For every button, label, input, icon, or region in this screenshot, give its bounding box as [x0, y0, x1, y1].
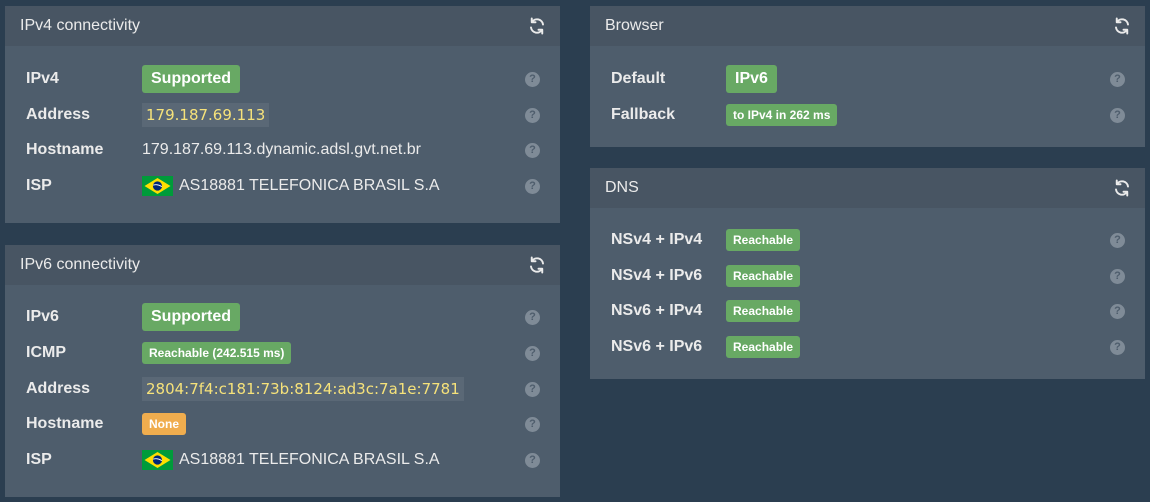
- browser-panel-header: Browser: [590, 6, 1145, 46]
- hostname-value: 179.187.69.113.dynamic.adsl.gvt.net.br: [142, 141, 421, 158]
- ipv4-row-address: Address 179.187.69.113 ?: [26, 101, 540, 129]
- brazil-flag-icon: [142, 450, 173, 470]
- isp-value: AS18881 TELEFONICA BRASIL S.A: [179, 451, 440, 468]
- ipv6-row-isp: ISP AS18881 TELEFONICA BRASIL S.A ?: [26, 446, 540, 474]
- row-label: ISP: [26, 177, 52, 194]
- help-icon[interactable]: ?: [525, 71, 540, 87]
- browser-row-fallback: Fallback to IPv4 in 262 ms ?: [611, 101, 1125, 129]
- ipv6-panel-header: IPv6 connectivity: [5, 245, 560, 285]
- help-icon[interactable]: ?: [525, 381, 540, 397]
- default-badge: IPv6: [726, 65, 777, 93]
- fallback-badge: to IPv4 in 262 ms: [726, 104, 838, 126]
- row-label: ICMP: [26, 344, 66, 361]
- dns-row-nsv4-ipv6: NSv4 + IPv6 Reachable ?: [611, 262, 1125, 290]
- ipv6-row-hostname: Hostname None ?: [26, 410, 540, 438]
- reachable-badge: Reachable: [726, 265, 801, 287]
- row-label: Address: [26, 106, 91, 123]
- row-label: IPv6: [26, 308, 59, 325]
- ipv4-panel: IPv4 connectivity IPv4 Supported ? Addre…: [5, 6, 560, 223]
- row-label: NSv6 + IPv4: [611, 302, 703, 319]
- address-value: 2804:7f4:c181:73b:8124:ad3c:7a1e:7781: [142, 377, 464, 401]
- row-label: IPv4: [26, 70, 59, 87]
- browser-panel: Browser Default IPv6 ? Fallback to IPv4 …: [590, 6, 1145, 147]
- help-icon[interactable]: ?: [1110, 107, 1125, 123]
- brazil-flag-icon: [142, 176, 173, 196]
- ipv4-row-ipv4: IPv4 Supported ?: [26, 65, 540, 93]
- dns-panel: DNS NSv4 + IPv4 Reachable ? NSv4 + IPv6 …: [590, 168, 1145, 379]
- refresh-icon[interactable]: [1113, 179, 1131, 197]
- ipv4-row-hostname: Hostname 179.187.69.113.dynamic.adsl.gvt…: [26, 136, 540, 164]
- ipv4-panel-title: IPv4 connectivity: [20, 17, 141, 34]
- help-icon[interactable]: ?: [1110, 71, 1125, 87]
- dns-panel-title: DNS: [605, 179, 639, 196]
- reachable-badge: Reachable: [726, 229, 801, 251]
- ipv6-panel: IPv6 connectivity IPv6 Supported ? ICMP …: [5, 245, 560, 497]
- refresh-icon[interactable]: [528, 17, 546, 35]
- dns-row-nsv4-ipv4: NSv4 + IPv4 Reachable ?: [611, 226, 1125, 254]
- row-label: Address: [26, 380, 91, 397]
- ipv6-row-address: Address 2804:7f4:c181:73b:8124:ad3c:7a1e…: [26, 375, 540, 403]
- isp-value: AS18881 TELEFONICA BRASIL S.A: [179, 177, 440, 194]
- row-label: NSv6 + IPv6: [611, 338, 703, 355]
- ipv4-row-isp: ISP AS18881 TELEFONICA BRASIL S.A ?: [26, 172, 540, 200]
- browser-row-default: Default IPv6 ?: [611, 65, 1125, 93]
- ipv6-row-icmp: ICMP Reachable (242.515 ms) ?: [26, 339, 540, 367]
- help-icon[interactable]: ?: [1110, 303, 1125, 319]
- help-icon[interactable]: ?: [525, 142, 540, 158]
- status-badge: Supported: [142, 303, 240, 331]
- row-label: ISP: [26, 451, 52, 468]
- help-icon[interactable]: ?: [525, 178, 540, 194]
- row-label: NSv4 + IPv6: [611, 267, 703, 284]
- dns-row-nsv6-ipv6: NSv6 + IPv6 Reachable ?: [611, 333, 1125, 361]
- help-icon[interactable]: ?: [525, 452, 540, 468]
- status-badge: Supported: [142, 65, 240, 93]
- row-label: Default: [611, 70, 666, 87]
- ipv4-panel-header: IPv4 connectivity: [5, 6, 560, 46]
- refresh-icon[interactable]: [1113, 17, 1131, 35]
- reachable-badge: Reachable: [726, 336, 801, 358]
- address-value: 179.187.69.113: [142, 103, 270, 127]
- refresh-icon[interactable]: [528, 256, 546, 274]
- row-label: Hostname: [26, 415, 104, 432]
- hostname-badge: None: [142, 413, 186, 435]
- browser-panel-title: Browser: [605, 17, 664, 34]
- help-icon[interactable]: ?: [1110, 232, 1125, 248]
- reachable-badge: Reachable: [726, 300, 801, 322]
- help-icon[interactable]: ?: [1110, 339, 1125, 355]
- help-icon[interactable]: ?: [525, 107, 540, 123]
- help-icon[interactable]: ?: [525, 416, 540, 432]
- icmp-badge: Reachable (242.515 ms): [142, 342, 292, 364]
- ipv6-row-ipv6: IPv6 Supported ?: [26, 303, 540, 331]
- dns-panel-header: DNS: [590, 168, 1145, 208]
- help-icon[interactable]: ?: [525, 309, 540, 325]
- row-label: NSv4 + IPv4: [611, 231, 703, 248]
- dns-row-nsv6-ipv4: NSv6 + IPv4 Reachable ?: [611, 297, 1125, 325]
- ipv6-panel-title: IPv6 connectivity: [20, 256, 141, 273]
- help-icon[interactable]: ?: [1110, 268, 1125, 284]
- row-label: Fallback: [611, 106, 676, 123]
- help-icon[interactable]: ?: [525, 345, 540, 361]
- row-label: Hostname: [26, 141, 104, 158]
